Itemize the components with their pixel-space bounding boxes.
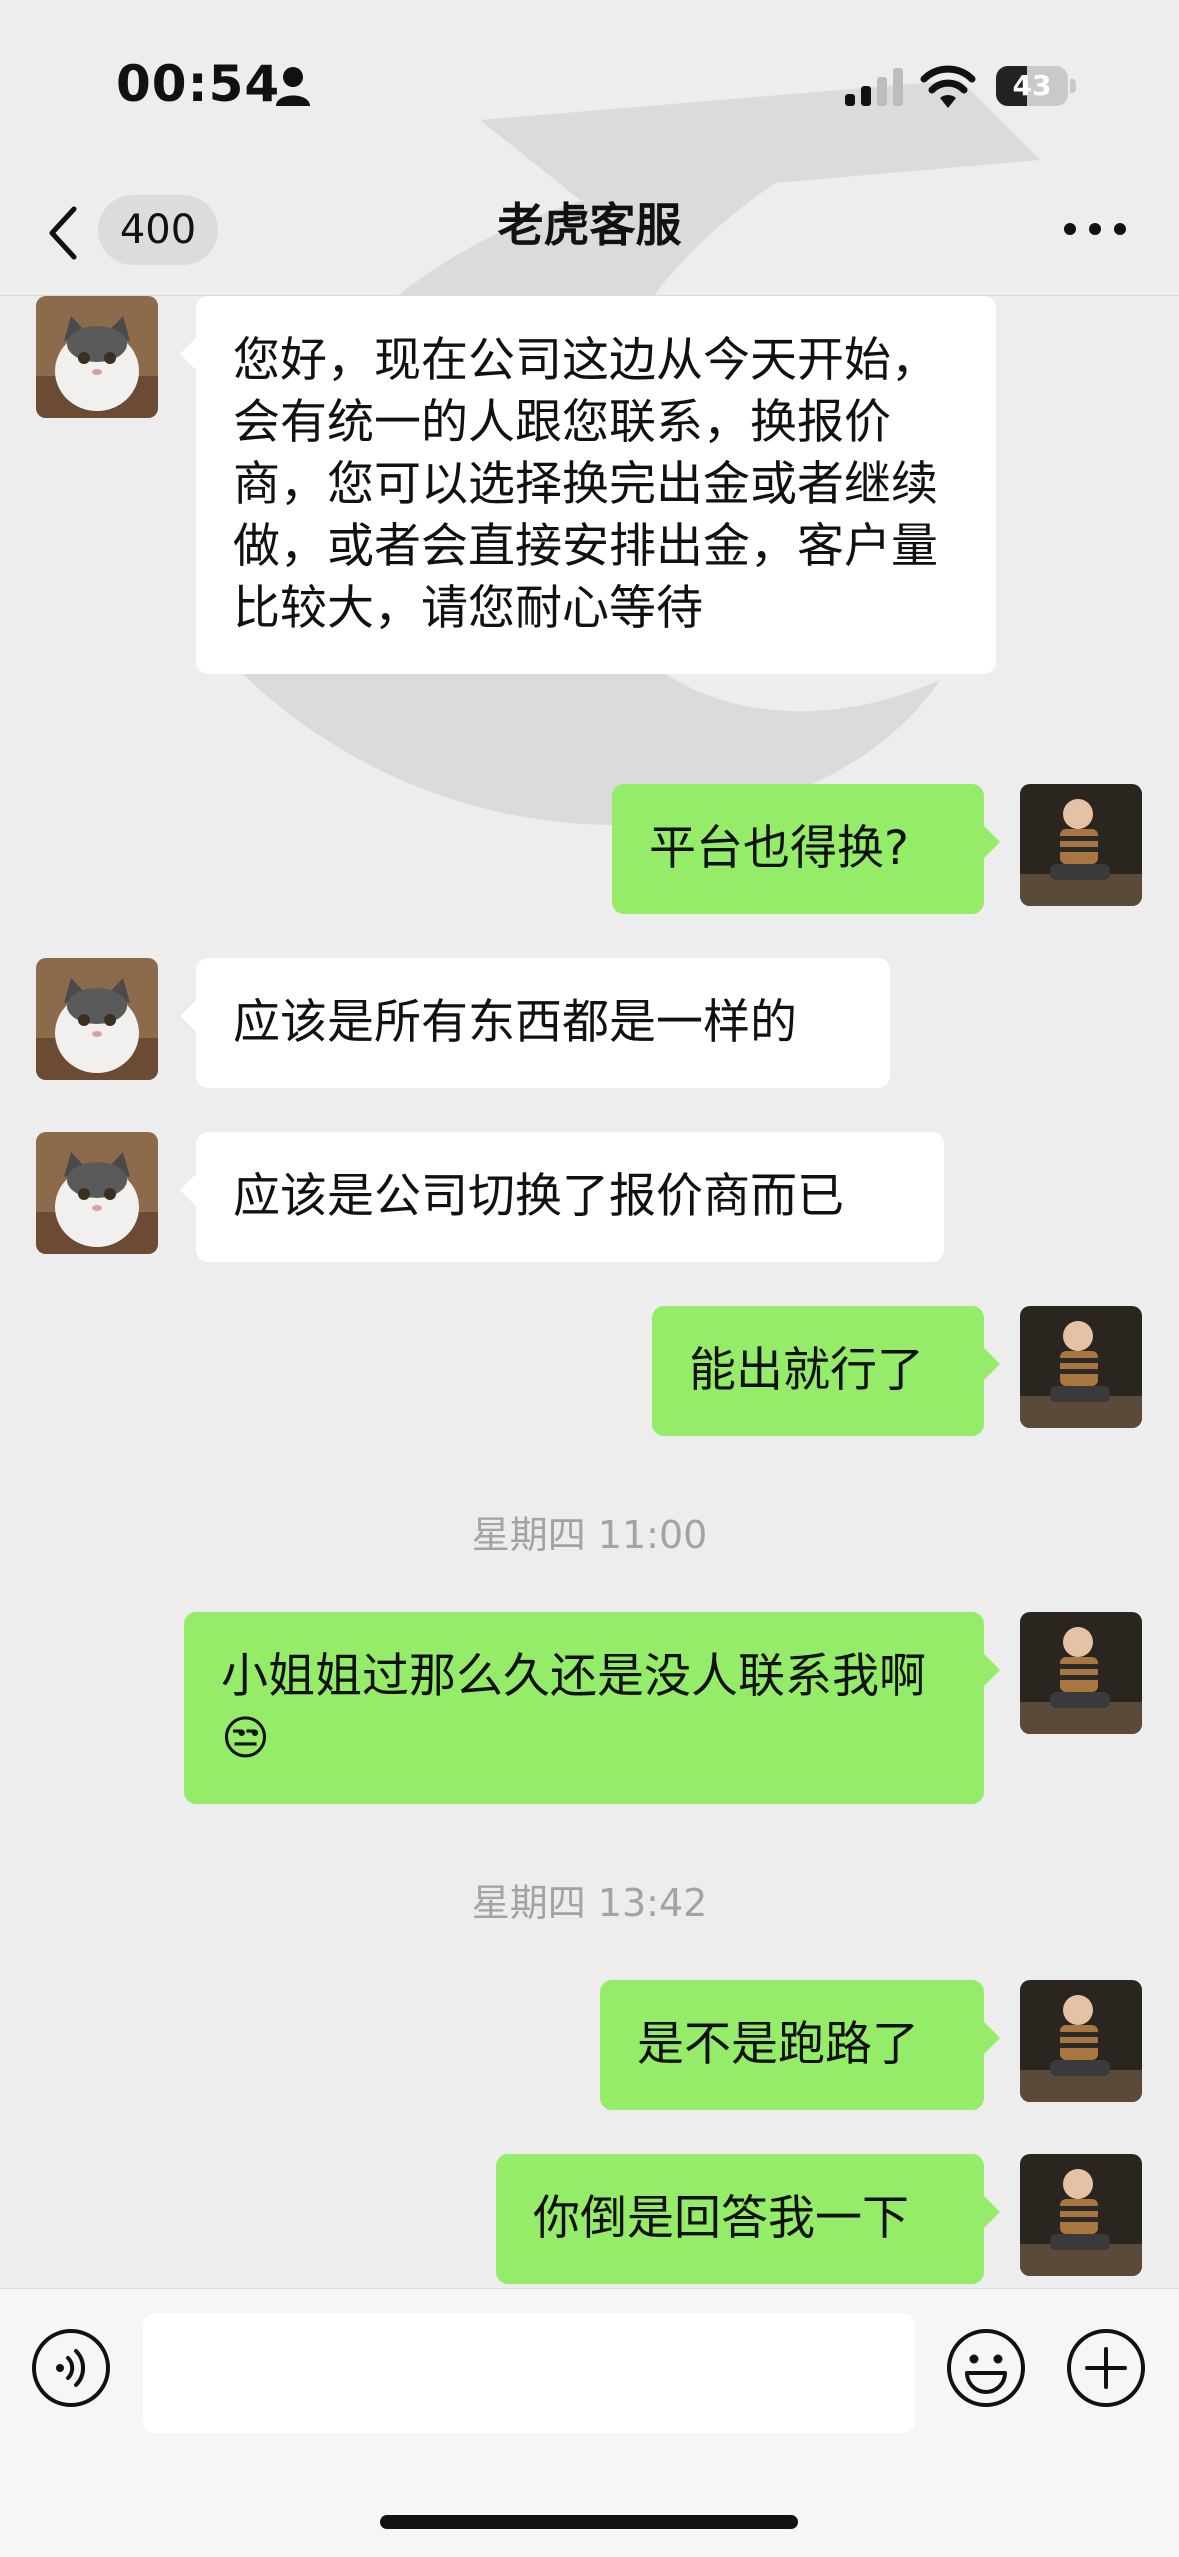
- contact-avatar[interactable]: [36, 296, 158, 418]
- user-avatar[interactable]: [1020, 784, 1142, 906]
- outgoing-message-bubble[interactable]: 能出就行了: [652, 1306, 1000, 1436]
- plus-icon[interactable]: [1065, 2327, 1147, 2409]
- message-list[interactable]: 您好，现在公司这边从今天开始，会有统一的人跟您联系，换报价商，您可以选择换完出金…: [0, 296, 1179, 2296]
- wifi-icon: [920, 65, 976, 108]
- person-icon: [276, 67, 310, 106]
- cat-avatar-image: [36, 1132, 158, 1254]
- more-dots-icon[interactable]: [1060, 219, 1130, 239]
- battery-indicator: 43: [996, 66, 1076, 106]
- user-avatar[interactable]: [1020, 1980, 1142, 2102]
- chat-timestamp: 星期四 13:42: [471, 1881, 708, 1925]
- incoming-message-bubble[interactable]: 应该是公司切换了报价商而已: [180, 1132, 944, 1262]
- battery-level: 43: [1012, 69, 1052, 102]
- outgoing-message-bubble[interactable]: 小姐姐过那么久还是没人联系我啊😒: [184, 1612, 1000, 1804]
- chat-header: 老虎客服 400: [0, 175, 1179, 296]
- child-avatar-image: [1020, 1306, 1142, 1428]
- child-avatar-image: [1020, 784, 1142, 906]
- incoming-message-bubble[interactable]: 应该是所有东西都是一样的: [180, 958, 890, 1088]
- user-avatar[interactable]: [1020, 2154, 1142, 2276]
- contact-avatar[interactable]: [36, 958, 158, 1080]
- user-avatar[interactable]: [1020, 1612, 1142, 1734]
- status-time: 00:54: [116, 55, 281, 113]
- signal-icon: [845, 68, 903, 106]
- home-indicator[interactable]: [380, 2515, 798, 2529]
- incoming-message-bubble[interactable]: 您好，现在公司这边从今天开始，会有统一的人跟您联系，换报价商，您可以选择换完出金…: [180, 296, 996, 674]
- user-avatar[interactable]: [1020, 1306, 1142, 1428]
- cat-avatar-image: [36, 296, 158, 418]
- chat-timestamp: 星期四 11:00: [471, 1513, 708, 1557]
- emoji-icon[interactable]: [945, 2327, 1027, 2409]
- child-avatar-image: [1020, 1980, 1142, 2102]
- outgoing-message-bubble[interactable]: 你倒是回答我一下: [496, 2154, 1000, 2284]
- status-bar: 00:54 43: [0, 0, 1179, 175]
- outgoing-message-bubble[interactable]: 平台也得换?: [612, 784, 1000, 914]
- child-avatar-image: [1020, 1612, 1142, 1734]
- outgoing-message-bubble[interactable]: 是不是跑路了: [600, 1980, 1000, 2110]
- message-input[interactable]: [143, 2313, 915, 2433]
- unread-count-badge[interactable]: 400: [98, 195, 218, 265]
- cat-avatar-image: [36, 958, 158, 1080]
- contact-avatar[interactable]: [36, 1132, 158, 1254]
- voice-icon[interactable]: [30, 2327, 112, 2409]
- child-avatar-image: [1020, 2154, 1142, 2276]
